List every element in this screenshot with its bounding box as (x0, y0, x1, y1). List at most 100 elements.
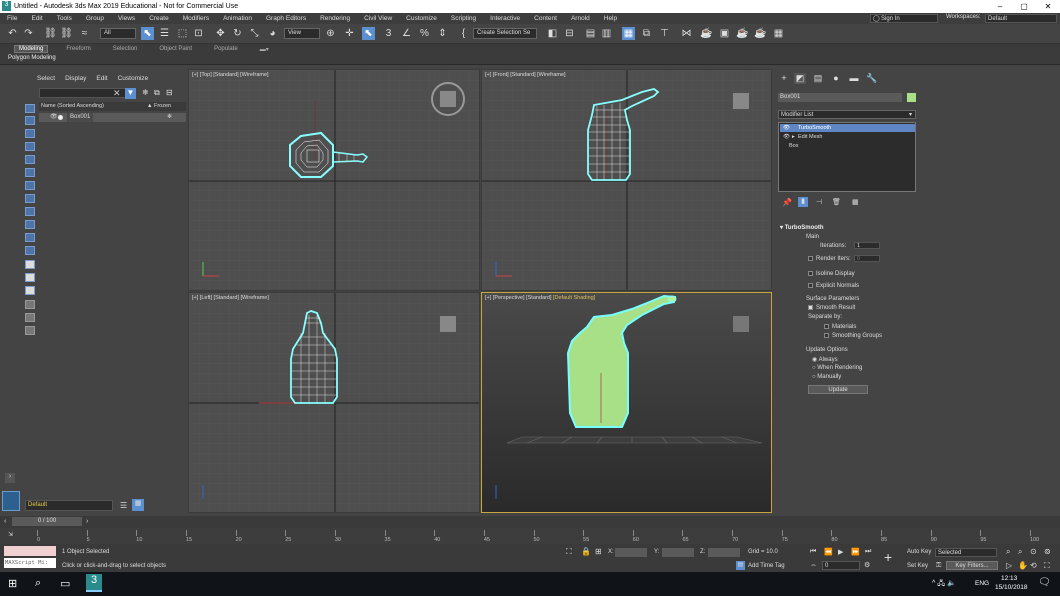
menu-rendering[interactable]: Rendering (313, 15, 357, 22)
layer-toggle-icon[interactable]: ⧉ (154, 88, 160, 98)
snap-3d-icon[interactable]: 3 (382, 27, 395, 40)
3dsmax-taskbar-icon[interactable]: 3 (86, 574, 102, 592)
create-panel-icon[interactable]: + (778, 73, 790, 84)
notification-icon[interactable]: 🗨 (1038, 577, 1051, 588)
curve-editor-icon[interactable]: ⧉ (640, 27, 653, 40)
link-icon[interactable]: ⛓ (44, 27, 57, 40)
hierarchy-panel-icon[interactable]: ▤ (812, 73, 824, 84)
workspace-select[interactable]: Default (985, 14, 1057, 23)
render-icon[interactable]: ☕ (736, 27, 749, 40)
key-filters-button[interactable]: Key Filters... (946, 561, 998, 570)
menu-customize[interactable]: Customize (399, 15, 444, 22)
modify-panel-icon[interactable]: ◩ (794, 73, 806, 84)
display-spacewarps-icon[interactable] (25, 181, 35, 190)
transform-mode-icon[interactable]: ⊞ (595, 547, 602, 556)
scene-tab-customize[interactable]: Customize (113, 75, 154, 82)
task-view-icon[interactable]: ▭ (60, 577, 70, 590)
maxscript-listener-top[interactable] (4, 546, 56, 556)
select-manipulate-icon[interactable]: ⬉ (362, 27, 375, 40)
next-key-icon[interactable]: ⏩ (851, 548, 860, 556)
reference-coordinate-select[interactable]: View (284, 28, 320, 39)
align-icon[interactable]: ⊟ (563, 27, 576, 40)
display-all-icon[interactable] (25, 260, 35, 269)
window-crossing-icon[interactable]: ⊡ (192, 27, 205, 40)
rect-selection-icon[interactable]: ⬚ (176, 27, 189, 40)
object-name-field[interactable]: Box001 (778, 93, 902, 102)
play-icon[interactable]: ▶ (838, 548, 843, 556)
bind-spacewarp-icon[interactable]: ≈ (78, 27, 91, 40)
rollout-title[interactable]: ▾ TurboSmooth (780, 224, 824, 231)
stack-item-box[interactable]: Box (780, 142, 915, 150)
frozen-icon[interactable]: ❄ (167, 113, 172, 122)
scene-tab-select[interactable]: Select (32, 75, 60, 82)
eye-icon[interactable]: 👁 (783, 124, 790, 132)
maxscript-mini-listener[interactable]: MAXScript Mi: (4, 558, 56, 568)
clear-search-icon[interactable]: ✕ (113, 88, 121, 99)
scene-tab-edit[interactable]: Edit (91, 75, 112, 82)
render-iters-checkbox[interactable]: Render Iters: (808, 256, 851, 262)
set-key-button[interactable]: Set Key (907, 563, 928, 569)
mirror-icon[interactable]: ◧ (546, 27, 559, 40)
smoothing-groups-checkbox[interactable]: Smoothing Groups (824, 333, 882, 339)
motion-panel-icon[interactable]: ● (830, 73, 842, 84)
viewcube-front[interactable] (733, 93, 749, 109)
spinner-snap-icon[interactable]: ⇕ (436, 27, 449, 40)
display-panel-icon[interactable]: ▬ (848, 73, 860, 84)
redo-icon[interactable]: ↷ (22, 27, 35, 40)
add-time-tag[interactable]: Add Time Tag (748, 563, 785, 569)
show-end-result-icon[interactable]: ▮ (798, 197, 808, 207)
box001-shaded[interactable] (566, 294, 677, 428)
named-selection-select[interactable]: Create Selection Se (473, 28, 537, 39)
display-bones-icon[interactable] (25, 220, 35, 229)
layers-icon[interactable]: ☰ (120, 501, 127, 510)
viewport-top-label[interactable]: [+] [Top] [Standard] [Wireframe] (192, 72, 269, 78)
eye-icon[interactable]: 👁 (783, 133, 790, 141)
radio-always[interactable]: ◉ Always (812, 356, 838, 363)
layer-explorer-icon[interactable]: ▤ (584, 27, 597, 40)
fov-icon[interactable]: ▷ (1006, 561, 1012, 570)
curve-editor-mini-icon[interactable]: ⇲ (8, 531, 13, 538)
scene-row-box001[interactable]: 👁 Box001 ❄ (39, 113, 186, 122)
key-mode-select[interactable]: Selected (935, 548, 997, 557)
col-name[interactable]: Name (Sorted Ascending) (41, 103, 104, 109)
pin-stack-icon[interactable]: 📌 (782, 198, 792, 207)
clock-time[interactable]: 12:13 (1001, 575, 1017, 582)
angle-snap-icon[interactable]: ∠ (400, 27, 413, 40)
language-indicator[interactable]: ENG (975, 580, 989, 587)
display-none-icon[interactable] (25, 104, 35, 113)
display-helpers-icon[interactable] (25, 168, 35, 177)
viewport-perspective[interactable]: [+] [Perspective] [Standard] [Default Sh… (481, 292, 772, 513)
layer-select[interactable]: Default (25, 500, 113, 511)
track-bar[interactable]: ⇲ 0 5 10 15 20 25 30 35 40 45 50 55 60 65 70 75 80 85 90 95… (0, 528, 1060, 544)
schematic-view-icon[interactable]: ⊤ (658, 27, 671, 40)
clock-date[interactable]: 15/10/2018 (995, 584, 1028, 591)
menu-file[interactable]: File (0, 15, 24, 22)
material-editor-icon[interactable]: ⋈ (680, 27, 693, 40)
placement-icon[interactable]: ◕ (266, 27, 279, 40)
next-frame-icon[interactable]: › (86, 518, 88, 525)
explicit-normals-checkbox[interactable]: Explicit Normals (808, 283, 859, 289)
viewcube-left[interactable] (440, 316, 456, 332)
search-icon[interactable]: ⌕ (35, 577, 41, 590)
menu-animation[interactable]: Animation (216, 15, 259, 22)
menu-scripting[interactable]: Scripting (444, 15, 483, 22)
stack-item-turbosmooth[interactable]: 👁 TurboSmooth (780, 124, 915, 132)
object-color-swatch[interactable] (907, 93, 916, 102)
display-cameras-icon[interactable] (25, 155, 35, 164)
menu-edit[interactable]: Edit (24, 15, 49, 22)
tab-object-paint[interactable]: Object Paint (155, 46, 196, 52)
pan-icon[interactable]: ✋ (1018, 561, 1028, 570)
maximize-icon[interactable]: ▢ (1012, 0, 1036, 13)
zoom-icon[interactable]: ⌕ (1006, 547, 1010, 557)
viewport-front[interactable]: [+] [Front] [Standard] [Wireframe] (481, 69, 772, 291)
menu-tools[interactable]: Tools (50, 15, 79, 22)
select-by-name-icon[interactable]: ☰ (158, 27, 171, 40)
zoom-extents-icon[interactable]: ⊙ (1030, 547, 1037, 556)
select-object-icon[interactable]: ⬉ (141, 27, 154, 40)
visibility-eye-icon[interactable]: 👁 (50, 113, 58, 122)
viewcube-perspective[interactable] (733, 316, 749, 332)
stack-item-edit-mesh[interactable]: 👁 ▸ Edit Mesh (780, 133, 915, 141)
filter-icon[interactable]: ▼ (125, 88, 136, 99)
scene-explorer-icon[interactable]: ▦ (622, 27, 635, 40)
menu-content[interactable]: Content (527, 15, 564, 22)
